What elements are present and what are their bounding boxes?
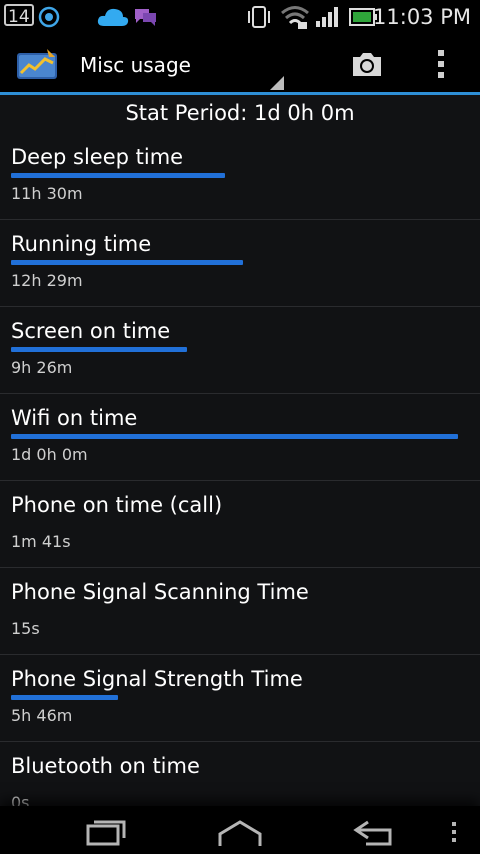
- row-label: Phone on time (call): [11, 493, 223, 517]
- sync-icon: [38, 6, 60, 28]
- phone-vibrate-icon: [248, 6, 270, 28]
- usage-bar: [11, 260, 243, 265]
- list-item[interactable]: Wifi on time 1d 0h 0m: [0, 394, 480, 481]
- home-icon[interactable]: [214, 816, 266, 848]
- stat-period-label: Stat Period: 1d 0h 0m: [125, 101, 355, 125]
- row-value: 1m 41s: [11, 532, 71, 551]
- action-bar: Misc usage: [0, 33, 480, 95]
- notification-count-badge: 14: [4, 4, 34, 27]
- list-item[interactable]: Phone Signal Scanning Time 15s: [0, 568, 480, 655]
- cloud-icon: [97, 8, 129, 26]
- row-label: Screen on time: [11, 319, 171, 343]
- overflow-menu-icon[interactable]: [434, 47, 448, 81]
- signal-strength-icon: [316, 7, 338, 27]
- row-value: 1d 0h 0m: [11, 445, 88, 464]
- recent-apps-icon[interactable]: [84, 816, 130, 848]
- navigation-bar: [0, 806, 480, 854]
- row-label: Phone Signal Strength Time: [11, 667, 303, 691]
- usage-bar: [11, 173, 225, 178]
- wifi-icon: [281, 6, 309, 29]
- list-item[interactable]: Running time 12h 29m: [0, 220, 480, 307]
- row-label: Bluetooth on time: [11, 754, 200, 778]
- spinner-dropdown-indicator[interactable]: [270, 76, 284, 90]
- row-label: Running time: [11, 232, 152, 256]
- row-value: 11h 30m: [11, 184, 83, 203]
- app-logo-icon[interactable]: [15, 47, 59, 83]
- row-value: 15s: [11, 619, 40, 638]
- chat-icon: [135, 9, 156, 26]
- camera-icon[interactable]: [350, 49, 384, 79]
- usage-bar: [11, 347, 187, 352]
- list-item[interactable]: Phone Signal Strength Time 5h 46m: [0, 655, 480, 742]
- row-label: Phone Signal Scanning Time: [11, 580, 309, 604]
- usage-bar: [11, 695, 118, 700]
- status-bar: 14 11:03 PM: [0, 0, 480, 33]
- usage-bar: [11, 434, 458, 439]
- list-item[interactable]: Deep sleep time 11h 30m: [0, 133, 480, 220]
- row-value: 5h 46m: [11, 706, 73, 725]
- row-value: 12h 29m: [11, 271, 83, 290]
- list-item[interactable]: Screen on time 9h 26m: [0, 307, 480, 394]
- clock: 11:03 PM: [373, 5, 471, 29]
- menu-icon[interactable]: [448, 816, 460, 848]
- row-label: Wifi on time: [11, 406, 138, 430]
- usage-list: Deep sleep time 11h 30m Running time 12h…: [0, 133, 480, 829]
- action-bar-divider: [0, 92, 480, 95]
- row-label: Deep sleep time: [11, 145, 184, 169]
- screen-title-spinner[interactable]: Misc usage: [80, 53, 191, 77]
- list-item[interactable]: Phone on time (call) 1m 41s: [0, 481, 480, 568]
- back-icon[interactable]: [350, 816, 398, 848]
- row-value: 9h 26m: [11, 358, 73, 377]
